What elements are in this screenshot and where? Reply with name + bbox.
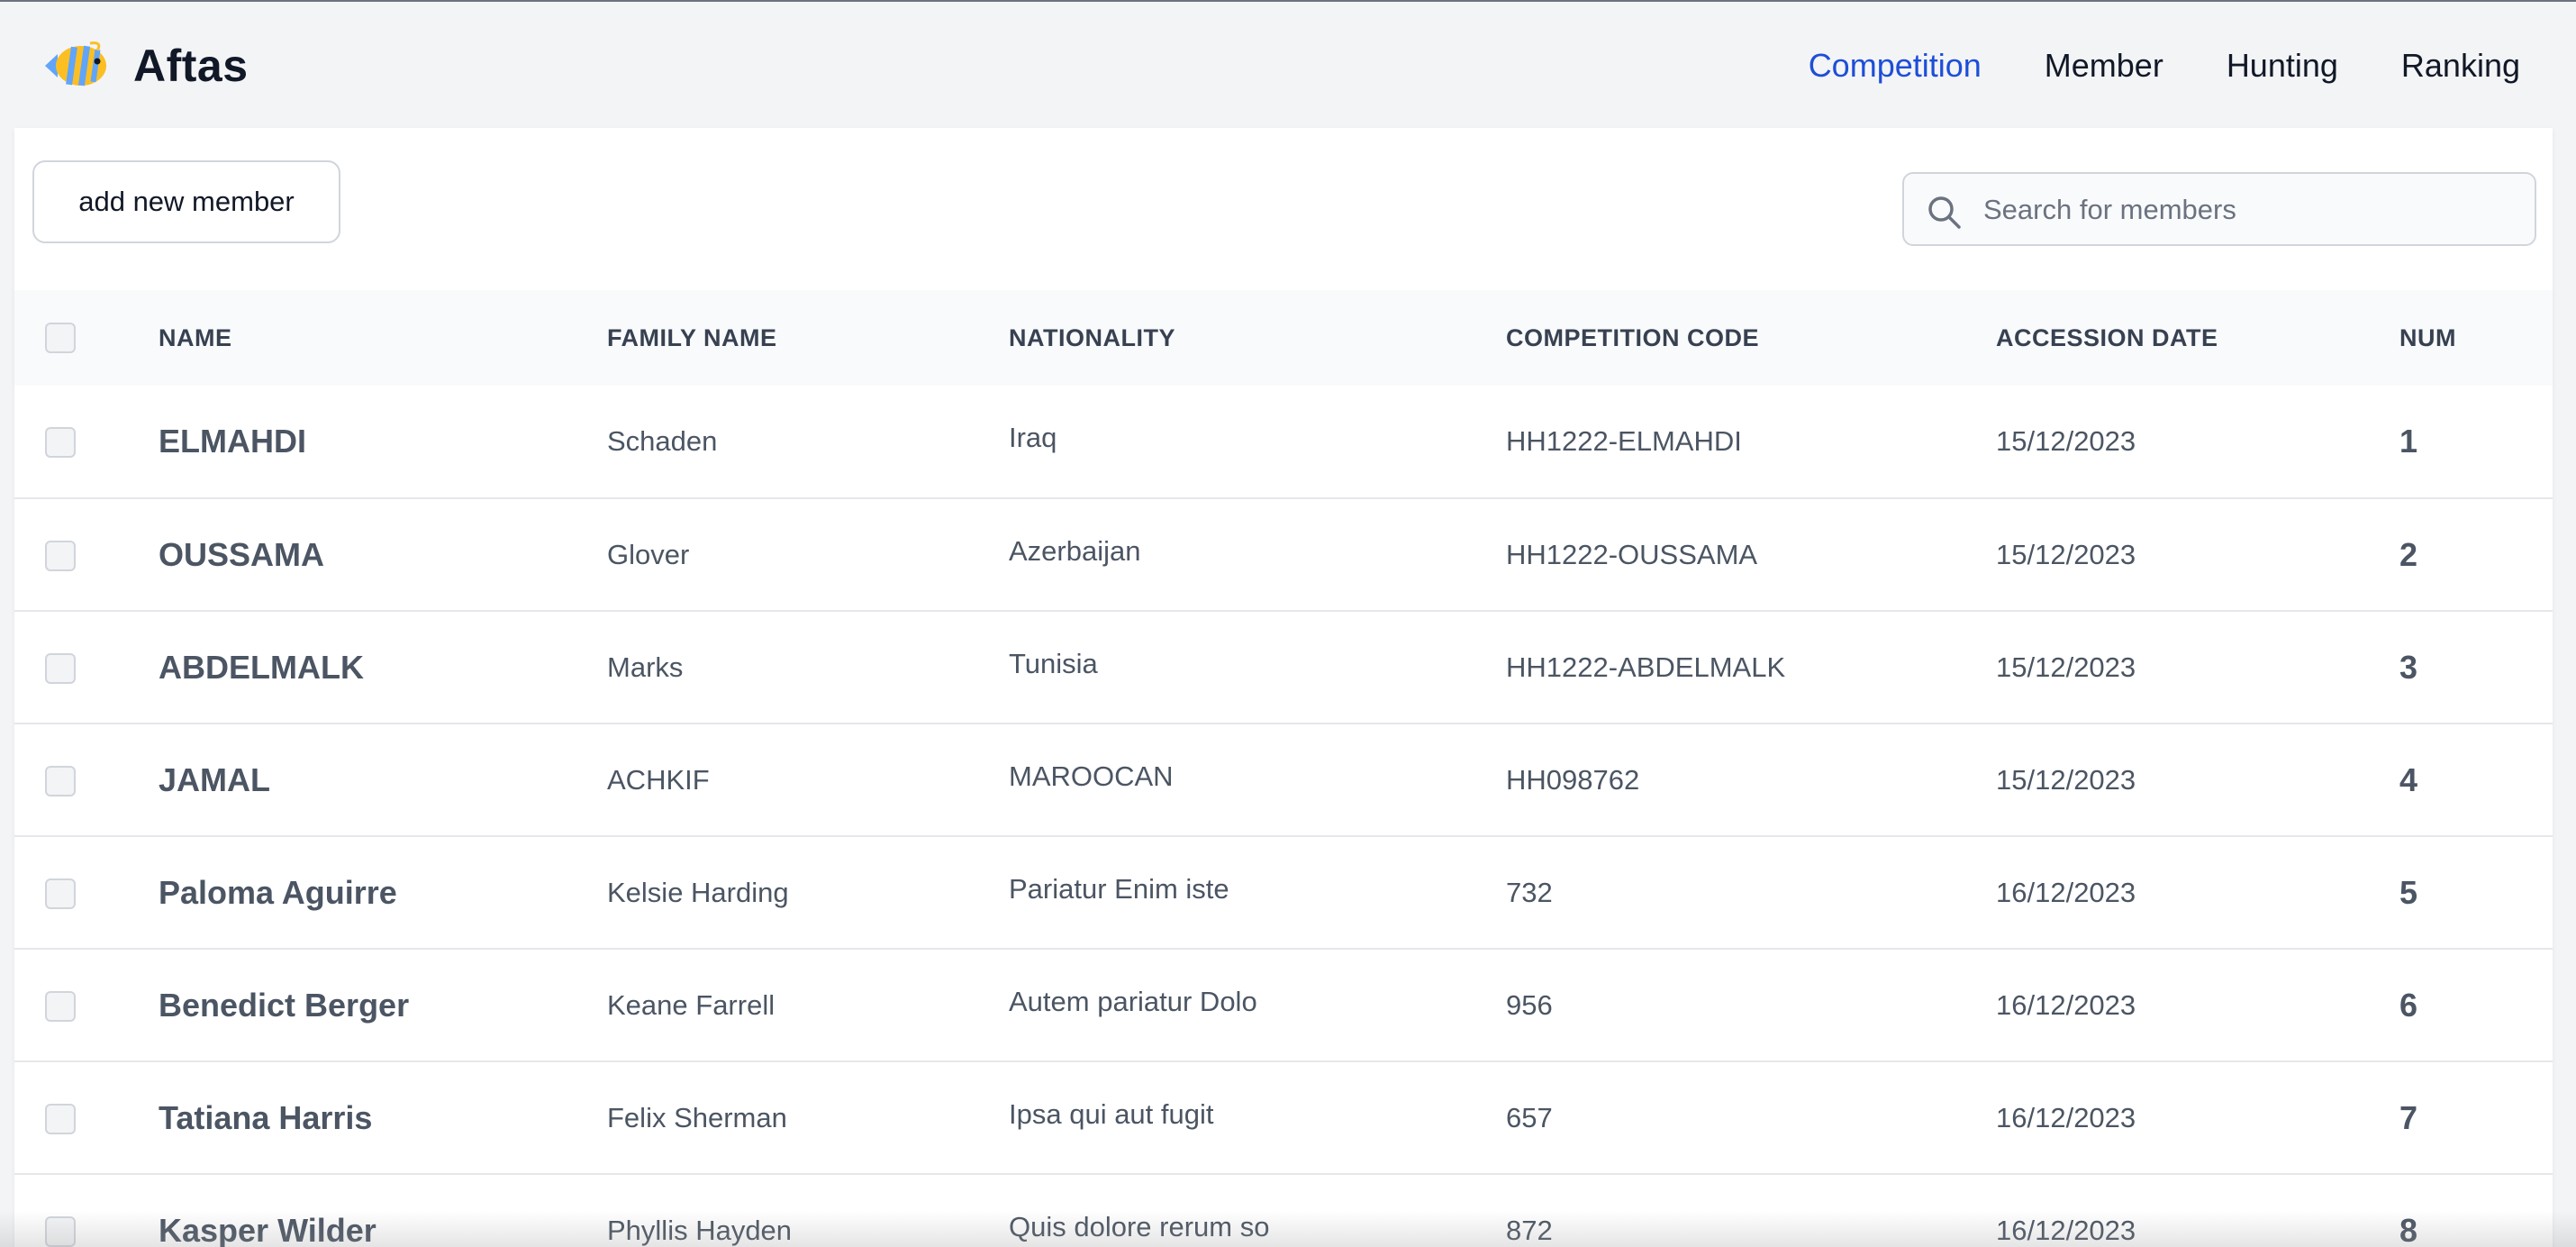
- member-accession-date: 16/12/2023: [1996, 876, 2136, 908]
- member-num: 8: [2399, 1211, 2418, 1247]
- search-icon: [1928, 196, 1961, 229]
- member-accession-date: 16/12/2023: [1996, 1214, 2136, 1246]
- member-family-name: Schaden: [607, 425, 718, 457]
- member-family-name: ACHKIF: [607, 763, 710, 796]
- member-family-name: Phyllis Hayden: [607, 1214, 793, 1246]
- table-header-row: NAME FAMILY NAME NATIONALITY COMPETITION…: [14, 290, 2553, 386]
- header-family-name[interactable]: FAMILY NAME: [607, 290, 1009, 386]
- member-family-name: Marks: [607, 651, 684, 683]
- table-row[interactable]: ELMAHDI Schaden Iraq HH1222-ELMAHDI 15/1…: [14, 386, 2553, 498]
- member-competition-code: HH1222-ELMAHDI: [1506, 425, 1742, 457]
- members-panel: add new member NAME FAMILY NAME NATIONAL…: [14, 128, 2553, 1247]
- table-row[interactable]: JAMAL ACHKIF MAROOCAN HH098762 15/12/202…: [14, 724, 2553, 836]
- member-competition-code: 732: [1506, 876, 1553, 908]
- nav-hunting[interactable]: Hunting: [2227, 47, 2338, 85]
- row-select-cell: [14, 1174, 159, 1247]
- app-title: Aftas: [133, 41, 249, 91]
- header-accession-date[interactable]: ACCESSION DATE: [1996, 290, 2399, 386]
- member-nationality: Iraq: [1009, 422, 1057, 453]
- member-competition-code: HH1222-OUSSAMA: [1506, 538, 1758, 570]
- member-nationality: MAROOCAN: [1009, 760, 1174, 792]
- member-num: 6: [2399, 986, 2418, 1024]
- nav-member[interactable]: Member: [2045, 47, 2163, 85]
- table-row[interactable]: OUSSAMA Glover Azerbaijan HH1222-OUSSAMA…: [14, 498, 2553, 611]
- add-member-button[interactable]: add new member: [32, 160, 340, 243]
- row-select-cell: [14, 836, 159, 949]
- member-name: Benedict Berger: [159, 986, 410, 1024]
- member-nationality: Autem pariatur Dolo: [1009, 985, 1257, 1017]
- members-table: NAME FAMILY NAME NATIONALITY COMPETITION…: [14, 290, 2553, 1247]
- table-row[interactable]: Benedict Berger Keane Farrell Autem pari…: [14, 949, 2553, 1061]
- member-num: 3: [2399, 648, 2418, 686]
- member-family-name: Kelsie Harding: [607, 876, 789, 908]
- member-num: 1: [2399, 423, 2418, 460]
- member-name: Paloma Aguirre: [159, 873, 397, 911]
- member-nationality: Azerbaijan: [1009, 534, 1141, 567]
- row-checkbox[interactable]: [45, 1215, 76, 1247]
- header-num[interactable]: NUM: [2399, 290, 2553, 386]
- search-box[interactable]: [1902, 172, 2536, 246]
- member-num: 2: [2399, 535, 2418, 573]
- member-name: OUSSAMA: [159, 535, 325, 573]
- row-checkbox[interactable]: [45, 878, 76, 909]
- member-nationality: Quis dolore rerum so: [1009, 1210, 1270, 1242]
- top-navbar: Aftas Competition Member Hunting Ranking: [0, 0, 2576, 128]
- row-checkbox[interactable]: [45, 990, 76, 1022]
- member-accession-date: 15/12/2023: [1996, 651, 2136, 683]
- nav-ranking[interactable]: Ranking: [2401, 47, 2520, 85]
- row-select-cell: [14, 724, 159, 836]
- main-nav: Competition Member Hunting Ranking: [1809, 47, 2520, 85]
- row-checkbox[interactable]: [45, 427, 76, 459]
- member-competition-code: HH1222-ABDELMALK: [1506, 651, 1786, 683]
- member-num: 4: [2399, 760, 2418, 798]
- select-all-cell: [14, 290, 159, 386]
- member-nationality: Pariatur Enim iste: [1009, 872, 1229, 905]
- select-all-checkbox[interactable]: [45, 323, 76, 353]
- row-select-cell: [14, 498, 159, 611]
- table-row[interactable]: ABDELMALK Marks Tunisia HH1222-ABDELMALK…: [14, 611, 2553, 724]
- row-checkbox[interactable]: [45, 652, 76, 684]
- header-nationality[interactable]: NATIONALITY: [1009, 290, 1506, 386]
- member-num: 7: [2399, 1098, 2418, 1136]
- member-name: ABDELMALK: [159, 648, 364, 686]
- member-accession-date: 15/12/2023: [1996, 425, 2136, 457]
- member-name: Kasper Wilder: [159, 1211, 376, 1247]
- row-checkbox[interactable]: [45, 540, 76, 571]
- member-num: 5: [2399, 873, 2418, 911]
- member-nationality: Ipsa qui aut fugit: [1009, 1097, 1214, 1130]
- member-competition-code: 657: [1506, 1101, 1553, 1133]
- table-row[interactable]: Tatiana Harris Felix Sherman Ipsa qui au…: [14, 1061, 2553, 1174]
- search-input[interactable]: [1983, 183, 2515, 237]
- nav-competition[interactable]: Competition: [1809, 47, 1982, 85]
- brand[interactable]: Aftas: [43, 36, 249, 96]
- member-accession-date: 16/12/2023: [1996, 1101, 2136, 1133]
- row-checkbox[interactable]: [45, 765, 76, 796]
- fish-icon: [45, 41, 106, 86]
- member-name: Tatiana Harris: [159, 1098, 373, 1136]
- member-accession-date: 15/12/2023: [1996, 538, 2136, 570]
- row-select-cell: [14, 386, 159, 498]
- row-select-cell: [14, 1061, 159, 1174]
- member-competition-code: 956: [1506, 988, 1553, 1021]
- member-family-name: Felix Sherman: [607, 1101, 787, 1133]
- member-family-name: Glover: [607, 538, 690, 570]
- header-competition-code[interactable]: COMPETITION CODE: [1506, 290, 1996, 386]
- header-name[interactable]: NAME: [159, 290, 607, 386]
- member-nationality: Tunisia: [1009, 647, 1098, 679]
- table-row[interactable]: Kasper Wilder Phyllis Hayden Quis dolore…: [14, 1174, 2553, 1247]
- member-name: ELMAHDI: [159, 423, 306, 460]
- member-competition-code: 872: [1506, 1214, 1553, 1246]
- member-accession-date: 16/12/2023: [1996, 988, 2136, 1021]
- member-accession-date: 15/12/2023: [1996, 763, 2136, 796]
- table-row[interactable]: Paloma Aguirre Kelsie Harding Pariatur E…: [14, 836, 2553, 949]
- member-competition-code: HH098762: [1506, 763, 1640, 796]
- row-checkbox[interactable]: [45, 1103, 76, 1134]
- member-name: JAMAL: [159, 760, 270, 798]
- row-select-cell: [14, 611, 159, 724]
- member-family-name: Keane Farrell: [607, 988, 776, 1021]
- row-select-cell: [14, 949, 159, 1061]
